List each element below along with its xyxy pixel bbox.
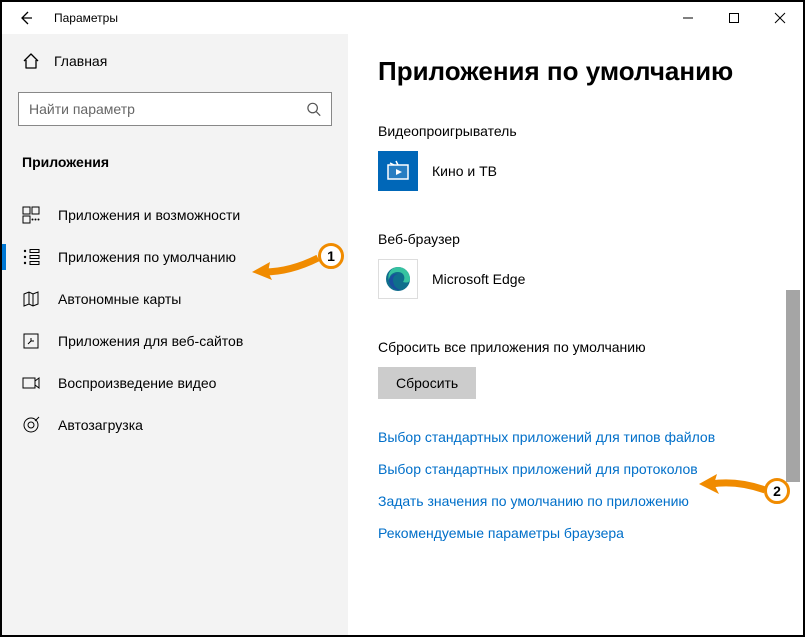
sidebar-item-apps-features[interactable]: Приложения и возможности (2, 194, 348, 236)
web-browser-app-label: Microsoft Edge (432, 271, 525, 287)
home-label: Главная (54, 53, 107, 69)
sidebar-item-offline-maps[interactable]: Автономные карты (2, 278, 348, 320)
movies-tv-icon (378, 151, 418, 191)
maximize-icon (728, 12, 740, 24)
content-scrollbar[interactable] (786, 90, 800, 629)
close-icon (774, 12, 786, 24)
offline-maps-icon (22, 290, 40, 308)
annotation-badge-1: 1 (318, 243, 344, 269)
page-title: Приложения по умолчанию (378, 56, 773, 87)
sidebar-item-label: Приложения по умолчанию (58, 249, 236, 265)
default-apps-icon (22, 248, 40, 266)
sidebar-item-label: Приложения и возможности (58, 207, 240, 223)
web-browser-heading: Веб-браузер (378, 231, 773, 247)
reset-heading: Сбросить все приложения по умолчанию (378, 339, 773, 355)
annotation-badge-2: 2 (764, 478, 790, 504)
scroll-thumb[interactable] (786, 290, 800, 482)
startup-icon (22, 416, 40, 434)
sidebar-item-label: Автономные карты (58, 291, 181, 307)
apps-features-icon (22, 206, 40, 224)
sidebar-item-label: Приложения для веб-сайтов (58, 333, 243, 349)
video-playback-icon (22, 374, 40, 392)
link-file-types[interactable]: Выбор стандартных приложений для типов ф… (378, 429, 773, 445)
back-button[interactable] (2, 2, 50, 34)
sidebar: Главная Приложения Приложения и возможно… (2, 34, 348, 635)
window-body: Главная Приложения Приложения и возможно… (2, 34, 803, 635)
close-button[interactable] (757, 2, 803, 34)
annotation-arrow-1 (250, 250, 320, 280)
minimize-button[interactable] (665, 2, 711, 34)
sidebar-nav: Приложения и возможности Приложения по у… (2, 194, 348, 446)
search-box[interactable] (18, 92, 332, 126)
reset-button[interactable]: Сбросить (378, 367, 476, 399)
window-title: Параметры (54, 11, 665, 25)
link-browser-rec[interactable]: Рекомендуемые параметры браузера (378, 525, 773, 541)
arrow-left-icon (18, 10, 34, 26)
titlebar: Параметры (2, 2, 803, 34)
video-player-heading: Видеопроигрыватель (378, 123, 773, 139)
search-input[interactable] (29, 101, 306, 117)
sidebar-section-title: Приложения (2, 136, 348, 180)
video-player-tile[interactable]: Кино и ТВ (378, 151, 773, 191)
edge-icon (378, 259, 418, 299)
settings-window: Параметры Главная Приложения (0, 0, 805, 637)
web-browser-tile[interactable]: Microsoft Edge (378, 259, 773, 299)
home-icon (22, 52, 40, 70)
maximize-button[interactable] (711, 2, 757, 34)
apps-websites-icon (22, 332, 40, 350)
sidebar-item-startup[interactable]: Автозагрузка (2, 404, 348, 446)
sidebar-item-apps-websites[interactable]: Приложения для веб-сайтов (2, 320, 348, 362)
search-icon (306, 101, 321, 117)
sidebar-item-label: Воспроизведение видео (58, 375, 216, 391)
sidebar-item-label: Автозагрузка (58, 417, 143, 433)
sidebar-item-video-playback[interactable]: Воспроизведение видео (2, 362, 348, 404)
annotation-arrow-2 (697, 474, 767, 502)
content-pane: Приложения по умолчанию Видеопроигрывате… (348, 34, 803, 635)
video-player-app-label: Кино и ТВ (432, 163, 497, 179)
home-nav[interactable]: Главная (2, 44, 348, 78)
minimize-icon (682, 12, 694, 24)
